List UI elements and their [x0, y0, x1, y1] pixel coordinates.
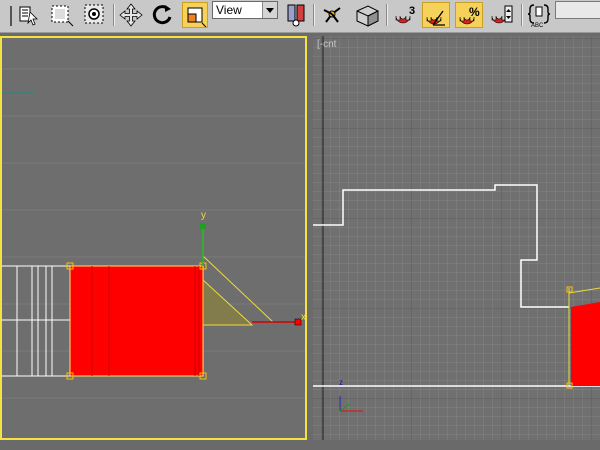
keyboard-shortcut-icon[interactable]	[352, 2, 382, 28]
select-scale-icon[interactable]	[182, 2, 208, 28]
right-viewport[interactable]: [-cnt z	[313, 36, 600, 440]
select-by-name-icon[interactable]	[16, 2, 40, 28]
percent-snap-icon[interactable]: %	[455, 2, 483, 28]
toolbar-separator	[113, 4, 115, 26]
bottom-viewport-edge	[0, 440, 600, 450]
chevron-down-icon[interactable]	[262, 2, 277, 18]
toolbar-separator	[386, 4, 388, 26]
left-viewport-active[interactable]: y x	[0, 36, 307, 440]
viewport-label[interactable]: [-cnt	[317, 39, 337, 50]
x-axis-label: x	[301, 312, 305, 323]
svg-text:ABC: ABC	[531, 23, 544, 28]
reference-coordinate-value: View	[216, 3, 242, 17]
grid-pattern	[313, 36, 600, 440]
y-axis-handle-icon[interactable]	[200, 223, 206, 229]
svg-text:%: %	[469, 5, 480, 19]
y-axis-label: y	[201, 210, 206, 221]
toolbar-separator	[521, 4, 523, 26]
selected-object[interactable]	[66, 262, 207, 380]
toolbar-separator	[313, 4, 315, 26]
wireframe-object[interactable]	[2, 265, 70, 377]
reference-coordinate-select[interactable]: View	[212, 1, 278, 19]
left-viewport-canvas[interactable]: y x	[2, 38, 305, 438]
z-axis-label: z	[339, 378, 343, 387]
select-rotate-icon[interactable]	[148, 2, 176, 28]
edit-named-selections-icon[interactable]: ABC	[525, 2, 553, 28]
named-selection-set-field[interactable]	[555, 1, 600, 19]
angle-snap-icon[interactable]	[422, 2, 450, 28]
manipulate-icon[interactable]	[320, 2, 346, 28]
spinner-snap-icon[interactable]	[488, 2, 516, 28]
right-viewport-canvas[interactable]: [-cnt z	[313, 36, 600, 440]
snap-3d-icon[interactable]: 3	[390, 2, 418, 28]
toolbar-grip-icon	[2, 2, 14, 28]
pivot-center-icon[interactable]	[284, 2, 308, 28]
select-move-icon[interactable]	[118, 2, 144, 28]
select-region-icon[interactable]	[48, 2, 74, 28]
window-crossing-icon[interactable]	[82, 2, 108, 28]
main-toolbar: View 3 % ABC	[0, 0, 600, 33]
transform-gizmo[interactable]: y x	[200, 210, 305, 326]
svg-text:3: 3	[409, 5, 415, 17]
